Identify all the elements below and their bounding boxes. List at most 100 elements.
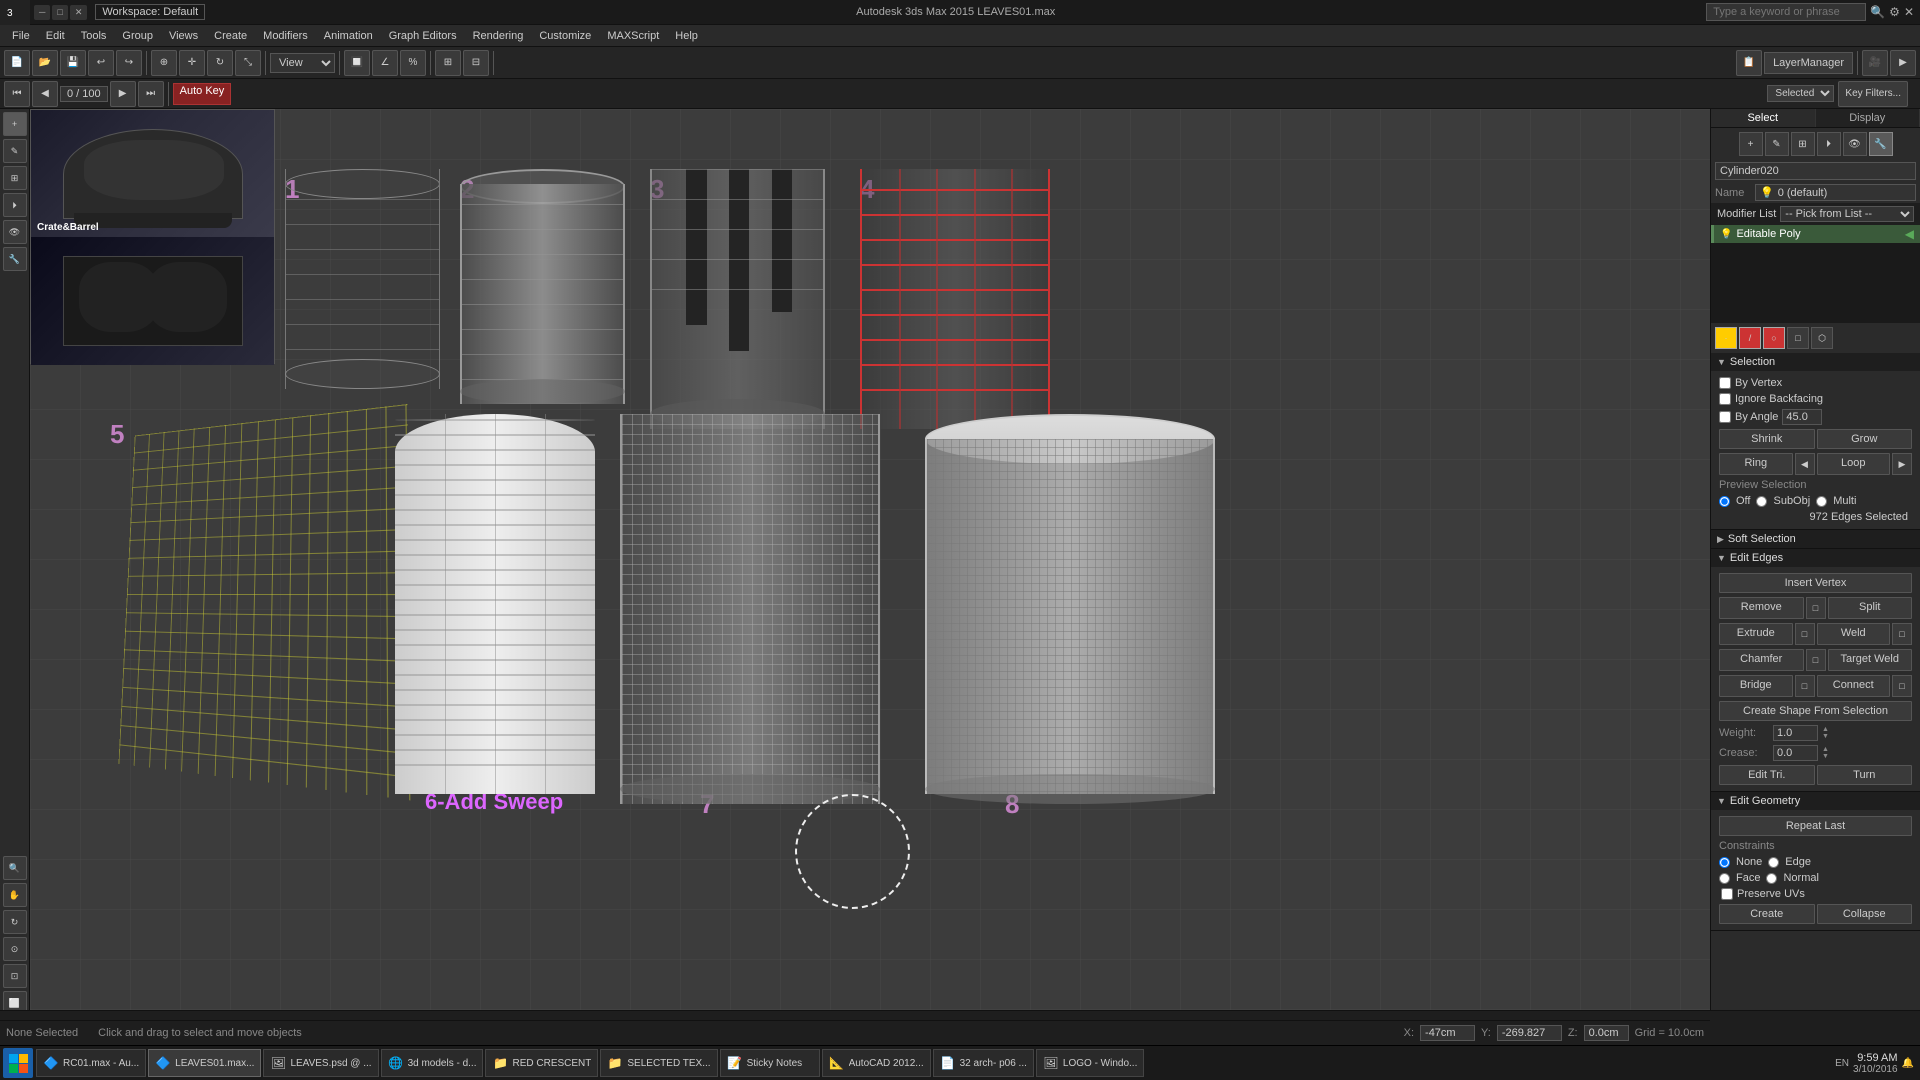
close-icon[interactable]: ✕ xyxy=(1904,5,1914,19)
ignore-backfacing-checkbox[interactable] xyxy=(1719,393,1731,405)
left-pan-btn[interactable]: ✋ xyxy=(3,883,27,907)
sel-edge-icon[interactable]: / xyxy=(1739,327,1761,349)
workspace-label[interactable]: Workspace: Default xyxy=(95,4,205,20)
new-btn[interactable]: 📄 xyxy=(4,50,30,76)
hierarchy-mode-icon[interactable]: ⊞ xyxy=(1791,132,1815,156)
edit-edges-header[interactable]: ▼ Edit Edges xyxy=(1711,549,1920,567)
by-angle-input[interactable] xyxy=(1782,409,1822,425)
selection-header[interactable]: ▼ Selection xyxy=(1711,353,1920,371)
sel-vertex-icon[interactable]: · xyxy=(1715,327,1737,349)
by-angle-checkbox[interactable] xyxy=(1719,411,1731,423)
menu-tools[interactable]: Tools xyxy=(73,28,115,44)
tab-display[interactable]: Display xyxy=(1816,109,1920,127)
left-zoom-extents-btn[interactable]: ⊡ xyxy=(3,964,27,988)
weight-up-icon[interactable]: ▲ xyxy=(1822,726,1829,733)
taskbar-item-rc01[interactable]: 🔷 RC01.max - Au... xyxy=(36,1049,146,1077)
left-modify-btn[interactable]: ✎ xyxy=(3,139,27,163)
layer-field[interactable]: 💡 0 (default) xyxy=(1755,184,1916,201)
taskbar-item-leavespsd[interactable]: 🖼 LEAVES.psd @ ... xyxy=(263,1049,378,1077)
view-dropdown[interactable]: View Screen World xyxy=(270,53,335,73)
undo-btn[interactable]: ↩ xyxy=(88,50,114,76)
left-fieldofview-btn[interactable]: ⊙ xyxy=(3,937,27,961)
layer-manager[interactable]: LayerManager xyxy=(1764,52,1853,74)
left-util-btn[interactable]: 🔧 xyxy=(3,247,27,271)
window-controls[interactable]: ─ □ ✕ xyxy=(34,5,87,20)
sel-element-icon[interactable]: ⬡ xyxy=(1811,327,1833,349)
taskbar-item-3dmodels[interactable]: 🌐 3d models - d... xyxy=(381,1049,484,1077)
viewport[interactable]: Crate&Barrel 1 xyxy=(30,109,1710,1045)
repeat-last-btn[interactable]: Repeat Last xyxy=(1719,816,1912,836)
notification-icon[interactable]: 🔔 xyxy=(1902,1058,1914,1069)
create-shape-btn[interactable]: Create Shape From Selection xyxy=(1719,701,1912,721)
left-display-btn[interactable]: 👁 xyxy=(3,220,27,244)
rotate-btn[interactable]: ↻ xyxy=(207,50,233,76)
close-btn[interactable]: ✕ xyxy=(70,5,88,20)
crease-down-icon[interactable]: ▼ xyxy=(1822,753,1829,760)
display-mode-icon[interactable]: 👁 xyxy=(1843,132,1867,156)
start-button[interactable] xyxy=(3,1048,33,1078)
connect-settings-btn[interactable]: □ xyxy=(1892,675,1912,697)
settings-icon[interactable]: ⚙ xyxy=(1889,5,1900,19)
crease-input[interactable] xyxy=(1773,745,1818,761)
taskbar-item-leaves01[interactable]: 🔷 LEAVES01.max... xyxy=(148,1049,261,1077)
frame-display[interactable]: 0 / 100 xyxy=(60,86,108,102)
taskbar-item-stickynotes[interactable]: 📝 Sticky Notes xyxy=(720,1049,820,1077)
menu-animation[interactable]: Animation xyxy=(316,28,381,44)
bridge-settings-btn[interactable]: □ xyxy=(1795,675,1815,697)
last-frame-btn[interactable]: ⏭ xyxy=(138,81,164,107)
minimize-btn[interactable]: ─ xyxy=(34,5,50,20)
menu-edit[interactable]: Edit xyxy=(38,28,73,44)
turn-btn[interactable]: Turn xyxy=(1817,765,1913,785)
create-btn[interactable]: Create xyxy=(1719,904,1815,924)
left-create-btn[interactable]: + xyxy=(3,112,27,136)
menu-file[interactable]: File xyxy=(4,28,38,44)
object-name-field[interactable]: Cylinder020 xyxy=(1715,162,1916,180)
menu-create[interactable]: Create xyxy=(206,28,255,44)
preview-multi-radio[interactable] xyxy=(1816,496,1827,507)
preview-off-radio[interactable] xyxy=(1719,496,1730,507)
remove-btn[interactable]: Remove xyxy=(1719,597,1804,619)
taskbar-item-logo[interactable]: 🖼 LOGO - Windo... xyxy=(1036,1049,1144,1077)
sel-polygon-icon[interactable]: □ xyxy=(1787,327,1809,349)
left-orbit-btn[interactable]: ↻ xyxy=(3,910,27,934)
menu-group[interactable]: Group xyxy=(114,28,161,44)
preserve-uvs-checkbox[interactable] xyxy=(1721,888,1733,900)
select-btn[interactable]: ⊕ xyxy=(151,50,177,76)
menu-graph-editors[interactable]: Graph Editors xyxy=(381,28,465,44)
by-vertex-checkbox[interactable] xyxy=(1719,377,1731,389)
help-icon[interactable]: 🔍 xyxy=(1870,5,1885,19)
percent-snap-btn[interactable]: % xyxy=(400,50,426,76)
split-btn[interactable]: Split xyxy=(1828,597,1913,619)
menu-modifiers[interactable]: Modifiers xyxy=(255,28,316,44)
grow-btn[interactable]: Grow xyxy=(1817,429,1913,449)
mirror-btn[interactable]: ⊞ xyxy=(435,50,461,76)
edit-geometry-header[interactable]: ▼ Edit Geometry xyxy=(1711,792,1920,810)
loop-spin-btn[interactable]: ▶ xyxy=(1892,453,1912,475)
align-btn[interactable]: ⊟ xyxy=(463,50,489,76)
create-mode-icon[interactable]: + xyxy=(1739,132,1763,156)
play-btn[interactable]: ⏮ xyxy=(4,81,30,107)
shrink-btn[interactable]: Shrink xyxy=(1719,429,1815,449)
constraint-face-radio[interactable] xyxy=(1719,873,1730,884)
save-btn[interactable]: 💾 xyxy=(60,50,86,76)
open-btn[interactable]: 📂 xyxy=(32,50,58,76)
left-zoom-btn[interactable]: 🔍 xyxy=(3,856,27,880)
motion-mode-icon[interactable]: ⏵ xyxy=(1817,132,1841,156)
constraint-none-radio[interactable] xyxy=(1719,857,1730,868)
loop-btn[interactable]: Loop xyxy=(1817,453,1891,475)
crease-spinner[interactable]: ▲ ▼ xyxy=(1822,746,1829,760)
weight-spinner[interactable]: ▲ ▼ xyxy=(1822,726,1829,740)
preview-subobj-radio[interactable] xyxy=(1756,496,1767,507)
redo-btn[interactable]: ↪ xyxy=(116,50,142,76)
search-input[interactable] xyxy=(1706,3,1866,21)
angle-snap-btn[interactable]: ∠ xyxy=(372,50,398,76)
taskbar-item-redcrescent[interactable]: 📁 RED CRESCENT xyxy=(485,1049,598,1077)
weight-down-icon[interactable]: ▼ xyxy=(1822,733,1829,740)
modifier-editable-poly[interactable]: 💡 Editable Poly ◀ xyxy=(1711,225,1920,243)
prev-frame-btn[interactable]: ◀ xyxy=(32,81,58,107)
ring-btn[interactable]: Ring xyxy=(1719,453,1793,475)
snapping-btn[interactable]: 🔲 xyxy=(344,50,370,76)
chamfer-settings-btn[interactable]: □ xyxy=(1806,649,1826,671)
render-btn[interactable]: ▶ xyxy=(1890,50,1916,76)
menu-maxscript[interactable]: MAXScript xyxy=(599,28,667,44)
